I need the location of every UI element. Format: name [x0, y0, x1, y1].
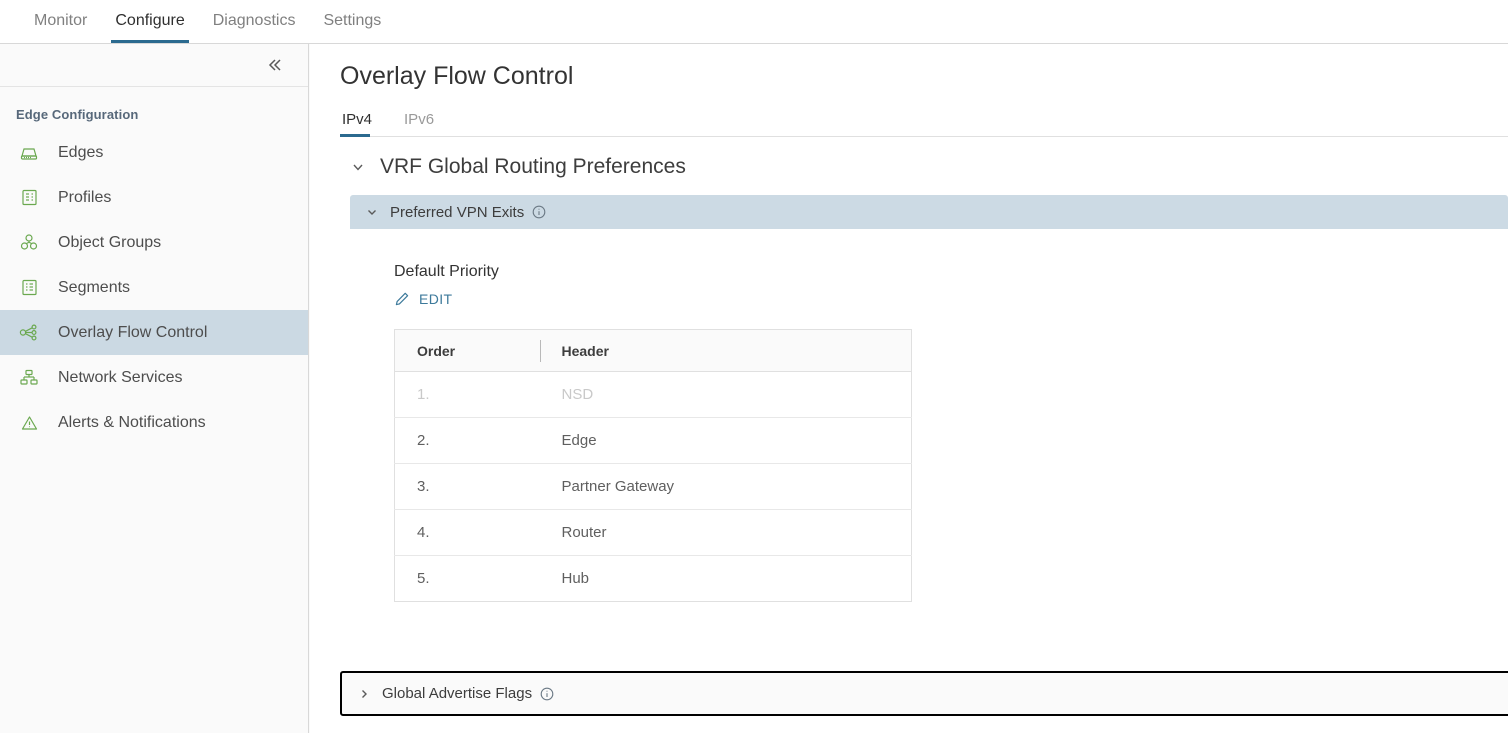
nav-tab-label: Configure [115, 12, 184, 30]
cell-order: 3. [395, 464, 540, 510]
nav-tab-diagnostics[interactable]: Diagnostics [199, 0, 310, 43]
cell-header: Edge [540, 418, 912, 464]
main-content: Overlay Flow Control IPv4 IPv6 VRF Globa… [310, 44, 1508, 733]
global-advertise-flags-header[interactable]: Global Advertise Flags [340, 671, 1508, 716]
sidebar-item-overlay-flow-control[interactable]: Overlay Flow Control [0, 310, 308, 355]
table-row[interactable]: 2. Edge [395, 418, 912, 464]
sidebar-item-label: Object Groups [58, 235, 161, 251]
edit-button[interactable]: EDIT [394, 291, 453, 307]
sidebar-item-edges[interactable]: Edges [0, 130, 308, 175]
nav-tab-configure[interactable]: Configure [101, 0, 198, 43]
nav-tab-label: Settings [323, 12, 381, 30]
top-navigation-bar: Monitor Configure Diagnostics Settings [0, 0, 1508, 44]
sidebar-item-profiles[interactable]: Profiles [0, 175, 308, 220]
info-circle-icon[interactable] [532, 205, 546, 219]
sidebar-collapse-row [0, 44, 308, 87]
column-header-order[interactable]: Order [395, 330, 540, 372]
sidebar-item-label: Network Services [58, 370, 182, 386]
tab-label: IPv4 [342, 111, 372, 128]
nav-tab-settings[interactable]: Settings [309, 0, 395, 43]
sidebar-item-network-services[interactable]: Network Services [0, 355, 308, 400]
cell-header: NSD [540, 372, 912, 418]
sidebar-item-label: Edges [58, 145, 103, 161]
default-priority-table: Order Header 1. NSD 2. Edge 3. Partner G… [394, 329, 912, 602]
column-header-header[interactable]: Header [540, 330, 912, 372]
nav-tab-monitor[interactable]: Monitor [20, 0, 101, 43]
cell-order: 2. [395, 418, 540, 464]
panel-title: Preferred VPN Exits [390, 204, 524, 221]
vrf-global-routing-preferences-header[interactable]: VRF Global Routing Preferences [340, 137, 1508, 195]
cell-header: Partner Gateway [540, 464, 912, 510]
table-row[interactable]: 3. Partner Gateway [395, 464, 912, 510]
page-title: Overlay Flow Control [340, 62, 1508, 91]
table-header-row: Order Header [395, 330, 912, 372]
table-row[interactable]: 1. NSD [395, 372, 912, 418]
section-title: VRF Global Routing Preferences [380, 155, 686, 179]
sidebar-item-label: Overlay Flow Control [58, 325, 207, 341]
sidebar-item-label: Profiles [58, 190, 111, 206]
double-chevron-left-icon [265, 55, 285, 75]
sidebar-item-segments[interactable]: Segments [0, 265, 308, 310]
sidebar-group-label: Edge Configuration [0, 87, 308, 130]
pencil-icon [394, 291, 410, 307]
warning-triangle-icon [16, 412, 42, 434]
cell-order: 5. [395, 556, 540, 602]
flow-share-icon [16, 322, 42, 344]
edit-label: EDIT [419, 291, 453, 307]
chevron-down-icon [364, 206, 380, 218]
nav-tab-label: Diagnostics [213, 12, 296, 30]
chevron-right-icon [356, 688, 372, 700]
sidebar-item-object-groups[interactable]: Object Groups [0, 220, 308, 265]
cell-header: Hub [540, 556, 912, 602]
table-row[interactable]: 5. Hub [395, 556, 912, 602]
tab-ipv4[interactable]: IPv4 [340, 111, 380, 136]
cell-order: 1. [395, 372, 540, 418]
preferred-vpn-exits-body: Default Priority EDIT Order Header 1. NS… [350, 229, 1508, 627]
tab-ipv6[interactable]: IPv6 [402, 111, 442, 136]
sidebar-item-label: Alerts & Notifications [58, 415, 206, 431]
panel-title: Global Advertise Flags [382, 685, 532, 702]
cell-header: Router [540, 510, 912, 556]
info-circle-icon[interactable] [540, 687, 554, 701]
table-row[interactable]: 4. Router [395, 510, 912, 556]
edge-device-icon [16, 142, 42, 164]
tab-label: IPv6 [404, 111, 434, 128]
chevron-down-icon [348, 160, 368, 174]
sidebar-item-alerts-notifications[interactable]: Alerts & Notifications [0, 400, 308, 445]
nav-tab-label: Monitor [34, 12, 87, 30]
network-hierarchy-icon [16, 367, 42, 389]
default-priority-label: Default Priority [394, 263, 1508, 281]
cell-order: 4. [395, 510, 540, 556]
object-group-icon [16, 232, 42, 254]
preferred-vpn-exits-header[interactable]: Preferred VPN Exits [350, 195, 1508, 229]
sidebar-collapse-button[interactable] [262, 52, 288, 78]
sidebar: Edge Configuration Edges [0, 44, 309, 733]
ip-version-tabs: IPv4 IPv6 [340, 105, 1508, 137]
profile-document-icon [16, 187, 42, 209]
segments-document-icon [16, 277, 42, 299]
sidebar-item-label: Segments [58, 280, 130, 296]
